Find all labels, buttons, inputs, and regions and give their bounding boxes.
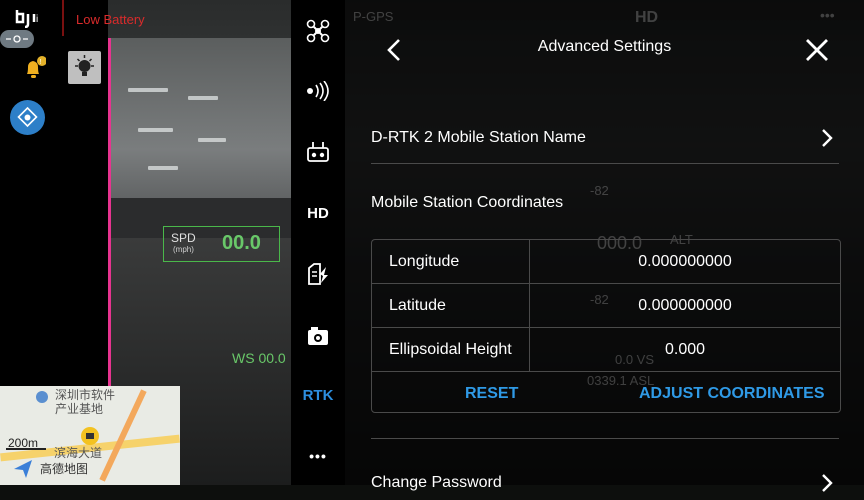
svg-text:!: !	[40, 59, 42, 66]
divider	[371, 163, 839, 164]
dji-logo[interactable]: i	[14, 8, 48, 28]
ellipsoidal-height-label: Ellipsoidal Height	[389, 341, 512, 358]
latitude-value: 0.000000000	[638, 297, 732, 314]
reset-button[interactable]: RESET	[465, 385, 518, 403]
menu-more[interactable]: •••	[291, 436, 345, 476]
ceiling-light	[128, 88, 168, 92]
table-divider	[372, 371, 840, 372]
latitude-label: Latitude	[389, 297, 446, 314]
hd-label: HD	[307, 204, 329, 222]
menu-signal[interactable]	[291, 71, 345, 111]
back-button[interactable]	[383, 36, 407, 64]
map-label: 滨海大道	[54, 446, 103, 460]
change-password-label: Change Password	[371, 474, 502, 491]
longitude-value: 0.000000000	[638, 253, 732, 270]
map-attribution: 高德地图	[40, 462, 89, 476]
station-name-row[interactable]: D-RTK 2 Mobile Station Name	[371, 118, 839, 158]
ceiling-light	[138, 128, 173, 132]
aircraft-icon	[306, 19, 330, 43]
ceiling-light	[198, 138, 226, 142]
close-button[interactable]	[804, 37, 830, 63]
ceiling-light	[188, 96, 218, 100]
remote-controller-icon	[307, 142, 329, 162]
longitude-label: Longitude	[389, 253, 460, 270]
battery-icon	[308, 263, 328, 285]
ceiling-light	[148, 166, 178, 170]
menu-remote-controller[interactable]	[291, 132, 345, 172]
top-divider	[62, 0, 64, 36]
map-label: 产业基地	[55, 402, 104, 416]
radar-icon	[6, 35, 28, 43]
divider	[371, 438, 839, 439]
svg-text:i: i	[36, 14, 38, 25]
bell-icon: !	[27, 56, 47, 78]
menu-battery[interactable]	[291, 254, 345, 294]
map-locate-button[interactable]	[10, 100, 45, 135]
signal-broadcast-icon	[307, 81, 329, 101]
station-name-label: D-RTK 2 Mobile Station Name	[371, 129, 586, 146]
menu-hd[interactable]: HD	[291, 193, 345, 233]
speed-label: SPD	[171, 231, 196, 245]
map-poi-icon	[36, 391, 48, 403]
chevron-right-icon	[822, 129, 833, 147]
close-icon	[806, 39, 828, 61]
menu-aircraft[interactable]	[291, 11, 345, 51]
gps-mode: P-GPS	[353, 9, 394, 24]
coordinates-heading: Mobile Station Coordinates	[371, 194, 564, 211]
change-password-row[interactable]: Change Password	[371, 470, 839, 500]
coordinates-table: Longitude 0.000000000 Latitude 0.0000000…	[371, 239, 841, 413]
hud-tick: -82	[590, 183, 609, 198]
more-dots-icon: •••	[309, 448, 327, 464]
menu-rtk[interactable]: RTK	[291, 375, 345, 415]
beacon-button[interactable]	[68, 51, 101, 84]
speed-unit: (mph)	[173, 245, 194, 254]
menu-camera[interactable]	[291, 316, 345, 356]
chevron-left-icon	[387, 39, 400, 61]
chevron-right-icon	[822, 474, 833, 492]
hd-status: HD	[635, 9, 659, 26]
notification-button[interactable]: !	[22, 56, 47, 82]
rtk-label: RTK	[302, 386, 334, 404]
low-battery-warning: Low Battery	[76, 12, 145, 27]
adjust-coordinates-button[interactable]: ADJUST COORDINATES	[639, 385, 825, 403]
settings-side-menu: HD RTK •••	[291, 0, 345, 485]
locate-icon	[17, 106, 38, 128]
table-divider	[372, 283, 840, 284]
menu-dots: •••	[820, 7, 835, 23]
panel-title: Advanced Settings	[537, 38, 672, 55]
home-arrow-icon	[14, 460, 32, 478]
map-road	[99, 389, 147, 482]
table-divider	[372, 327, 840, 328]
map-scale-bar	[6, 448, 46, 450]
aircraft-marker-icon	[81, 427, 99, 445]
camera-icon	[308, 327, 328, 345]
ellipsoidal-height-value: 0.000	[664, 341, 706, 358]
speed-value: 00.0	[222, 232, 261, 254]
wind-speed-value: WS 00.0	[232, 350, 286, 366]
radar-toggle[interactable]	[0, 30, 34, 48]
lightbulb-icon	[75, 55, 94, 76]
